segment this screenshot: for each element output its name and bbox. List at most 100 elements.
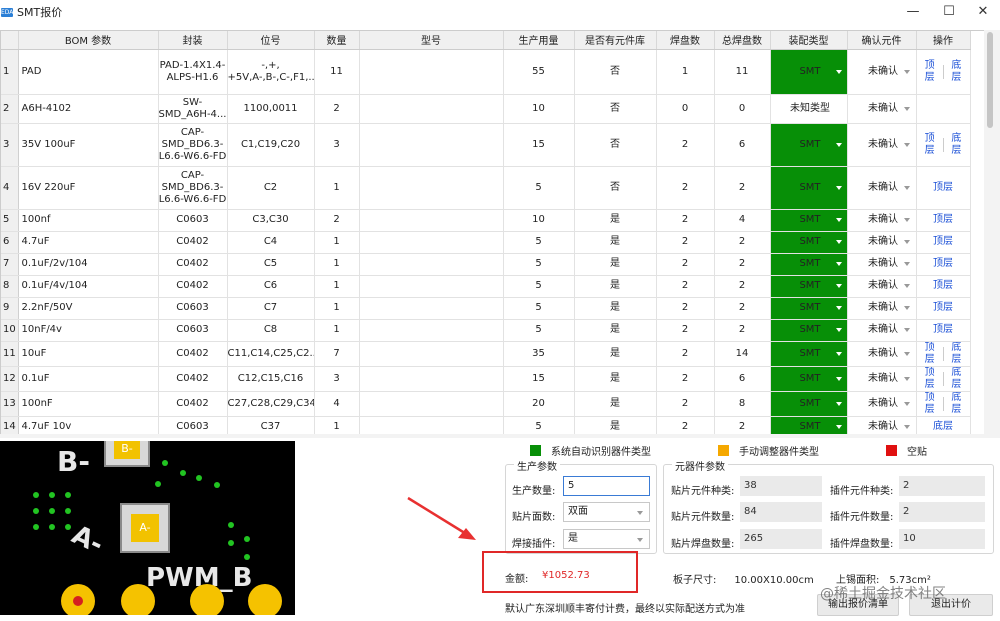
row-number[interactable]: 4 (1, 166, 19, 210)
cell-usage[interactable]: 15 (503, 123, 575, 167)
cell-pad-count[interactable]: 2 (656, 123, 715, 167)
top-layer-link[interactable]: 顶层 (925, 324, 961, 336)
scroll-thumb[interactable] (987, 32, 993, 128)
top-layer-link[interactable]: 顶层 (925, 302, 961, 314)
cell-pad-count[interactable]: 2 (656, 319, 715, 342)
top-layer-link[interactable]: 顶层 (917, 367, 943, 391)
table-row[interactable]: 13 100nF C0402 C27,C28,C29,C34 4 20 是 2 8 SMT 未确认 顶… (1, 391, 971, 417)
cell-quantity[interactable]: 3 (314, 366, 360, 392)
pcb-preview[interactable]: B- B- A- A- PWM_B (0, 441, 295, 615)
cell-quantity[interactable]: 1 (314, 319, 360, 342)
cell-total-pads[interactable]: 14 (714, 341, 771, 367)
cell-designator[interactable]: C5 (227, 253, 315, 276)
cell-usage[interactable]: 5 (503, 275, 575, 298)
top-layer-link[interactable]: 顶层 (917, 60, 943, 84)
table-row[interactable]: 7 0.1uF/2v/104 C0402 C5 1 5 是 2 2 SMT 未确认 顶层 (1, 253, 971, 276)
confirm-select[interactable]: 未确认 (847, 297, 917, 320)
table-row[interactable]: 3 35V 100uF CAP-SMD_BD6.3-L6.6-W6.6-FD C1,C… (1, 123, 971, 167)
cell-has-library[interactable]: 是 (574, 319, 657, 342)
header-bom-param[interactable]: BOM 参数 (18, 31, 159, 50)
cell-quantity[interactable]: 1 (314, 253, 360, 276)
row-number[interactable]: 7 (1, 253, 19, 276)
cell-bom-param[interactable]: 100nF (18, 391, 159, 417)
assembly-type-select[interactable]: SMT (770, 209, 848, 232)
cell-pad-count[interactable]: 0 (656, 94, 715, 124)
cell-has-library[interactable]: 是 (574, 231, 657, 254)
cell-has-library[interactable]: 是 (574, 297, 657, 320)
table-row[interactable]: 12 0.1uF C0402 C12,C15,C16 3 15 是 2 6 SMT 未确认 顶层 底层 (1, 366, 971, 392)
cell-total-pads[interactable]: 2 (714, 253, 771, 276)
cell-quantity[interactable]: 2 (314, 209, 360, 232)
cell-bom-param[interactable]: 35V 100uF (18, 123, 159, 167)
confirm-select[interactable]: 未确认 (847, 319, 917, 342)
cell-package[interactable]: C0402 (158, 366, 228, 392)
cell-package[interactable]: C0603 (158, 297, 228, 320)
top-layer-link[interactable]: 顶层 (925, 214, 961, 226)
top-layer-link[interactable]: 顶层 (925, 182, 961, 194)
confirm-select[interactable]: 未确认 (847, 49, 917, 95)
cell-pad-count[interactable]: 2 (656, 231, 715, 254)
cell-designator[interactable]: C27,C28,C29,C34 (227, 391, 315, 417)
cell-model[interactable] (359, 391, 504, 417)
cell-usage[interactable]: 5 (503, 297, 575, 320)
assembly-type-select[interactable]: SMT (770, 341, 848, 367)
cell-model[interactable] (359, 341, 504, 367)
cell-quantity[interactable]: 11 (314, 49, 360, 95)
cell-quantity[interactable]: 3 (314, 123, 360, 167)
confirm-select[interactable]: 未确认 (847, 231, 917, 254)
assembly-type-select[interactable]: SMT (770, 49, 848, 95)
table-row[interactable]: 4 16V 220uF CAP-SMD_BD6.3-L6.6-W6.6-FD C2 1 5… (1, 166, 971, 210)
assembly-type-select[interactable]: SMT (770, 123, 848, 167)
cell-bom-param[interactable]: 4.7uF (18, 231, 159, 254)
cell-model[interactable] (359, 231, 504, 254)
cell-has-library[interactable]: 是 (574, 275, 657, 298)
production-qty-input[interactable]: 5 (563, 476, 650, 496)
cell-total-pads[interactable]: 6 (714, 123, 771, 167)
cell-total-pads[interactable]: 11 (714, 49, 771, 95)
cell-pad-count[interactable]: 1 (656, 49, 715, 95)
header-model[interactable]: 型号 (359, 31, 504, 50)
cell-model[interactable] (359, 123, 504, 167)
cell-usage[interactable]: 15 (503, 366, 575, 392)
horizontal-scrollbar[interactable] (0, 434, 984, 438)
cell-usage[interactable]: 5 (503, 319, 575, 342)
row-number[interactable]: 13 (1, 391, 19, 417)
cell-designator[interactable]: C11,C14,C25,C2... (227, 341, 315, 367)
cell-total-pads[interactable]: 8 (714, 391, 771, 417)
row-number[interactable]: 12 (1, 366, 19, 392)
cell-designator[interactable]: C3,C30 (227, 209, 315, 232)
assembly-type-select[interactable]: SMT (770, 275, 848, 298)
cell-model[interactable] (359, 297, 504, 320)
cell-pad-count[interactable]: 2 (656, 341, 715, 367)
table-row[interactable]: 9 2.2nF/50V C0603 C7 1 5 是 2 2 SMT 未确认 顶层 (1, 297, 971, 320)
row-number[interactable]: 11 (1, 341, 19, 367)
cell-total-pads[interactable]: 2 (714, 297, 771, 320)
cell-usage[interactable]: 5 (503, 253, 575, 276)
bottom-layer-link[interactable]: 底层 (943, 367, 969, 391)
bottom-layer-link[interactable]: 底层 (943, 392, 969, 416)
cell-designator[interactable]: C4 (227, 231, 315, 254)
cell-pad-count[interactable]: 2 (656, 253, 715, 276)
confirm-select[interactable]: 未确认 (847, 209, 917, 232)
header-pad-count[interactable]: 焊盘数 (656, 31, 715, 50)
cell-has-library[interactable]: 否 (574, 49, 657, 95)
assembly-type-select[interactable]: SMT (770, 391, 848, 417)
cell-package[interactable]: C0603 (158, 209, 228, 232)
cell-package[interactable]: CAP-SMD_BD6.3-L6.6-W6.6-FD (158, 123, 228, 167)
cell-pad-count[interactable]: 2 (656, 366, 715, 392)
table-row[interactable]: 6 4.7uF C0402 C4 1 5 是 2 2 SMT 未确认 顶层 (1, 231, 971, 254)
confirm-select[interactable]: 未确认 (847, 123, 917, 167)
confirm-select[interactable]: 未确认 (847, 341, 917, 367)
cell-designator[interactable]: C7 (227, 297, 315, 320)
cell-bom-param[interactable]: 100nf (18, 209, 159, 232)
cell-total-pads[interactable]: 2 (714, 166, 771, 210)
cell-has-library[interactable]: 是 (574, 209, 657, 232)
cell-model[interactable] (359, 209, 504, 232)
cell-quantity[interactable]: 7 (314, 341, 360, 367)
cell-model[interactable] (359, 366, 504, 392)
cell-package[interactable]: C0402 (158, 275, 228, 298)
assembly-type-select[interactable]: SMT (770, 253, 848, 276)
placement-sides-select[interactable]: 双面 (563, 502, 650, 522)
confirm-select[interactable]: 未确认 (847, 166, 917, 210)
cell-pad-count[interactable]: 2 (656, 166, 715, 210)
